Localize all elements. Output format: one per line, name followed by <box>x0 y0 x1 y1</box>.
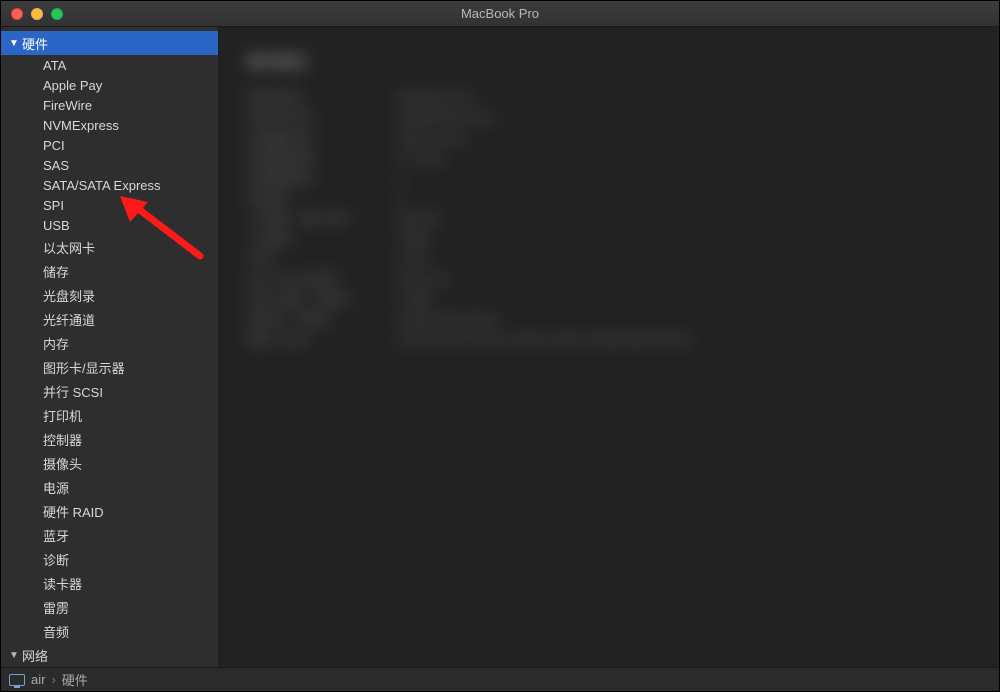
sidebar-item[interactable]: 电源 <box>1 475 218 499</box>
sidebar-item[interactable]: 光纤通道 <box>1 307 218 331</box>
info-row: Boot ROM 版本：192.0.0.0 <box>247 270 971 290</box>
info-row: 处理器速度：2.7 GHz <box>247 149 971 169</box>
info-row: 处理器名称：Intel Core i5 <box>247 129 971 149</box>
sidebar-item[interactable]: SAS <box>1 155 218 175</box>
sidebar-item[interactable]: 储存 <box>1 259 218 283</box>
titlebar: MacBook Pro <box>1 1 999 27</box>
sidebar-item[interactable]: 控制器 <box>1 427 218 451</box>
breadcrumb-current[interactable]: 硬件 <box>62 670 88 689</box>
content-pane: 硬件概览 型号名称：MacBook Pro型号标识符：MacBookPro15,… <box>219 27 999 667</box>
computer-icon <box>9 674 25 686</box>
info-row: 型号标识符：MacBookPro15,1 <box>247 108 971 128</box>
zoom-icon[interactable] <box>51 8 63 20</box>
sidebar-item[interactable]: Apple Pay <box>1 75 218 95</box>
breadcrumb-root[interactable]: air <box>31 672 45 687</box>
statusbar: air › 硬件 <box>1 667 999 691</box>
sidebar-item[interactable]: 读卡器 <box>1 571 218 595</box>
window-title: MacBook Pro <box>1 6 999 21</box>
sidebar-item[interactable]: 音频 <box>1 619 218 643</box>
sidebar-item[interactable]: 雷雳 <box>1 595 218 619</box>
sidebar-item[interactable]: 并行 SCSI <box>1 379 218 403</box>
info-row: L3 缓存：3 MB <box>247 229 971 249</box>
sidebar-item[interactable]: SATA/SATA Express <box>1 175 218 195</box>
sidebar-category-label: 网络 <box>22 646 48 665</box>
info-row: 型号名称：MacBook Pro <box>247 88 971 108</box>
info-row: L2 缓存（每个核）：256 KB <box>247 209 971 229</box>
info-row: 内存：8 GB <box>247 249 971 269</box>
info-row: 序列号（系统）：C02XXXXXXXXX <box>247 310 971 330</box>
sidebar: ▼硬件ATAApple PayFireWireNVMExpressPCISASS… <box>1 27 219 667</box>
info-row: 核总数：2 <box>247 189 971 209</box>
window-controls <box>1 8 63 20</box>
system-info-window: MacBook Pro ▼ 硬件 ATAApple PayFireWireNVMEx… <box>0 0 1000 692</box>
sidebar-category[interactable]: ▼ 硬件 <box>1 31 218 55</box>
sidebar-item[interactable]: 摄像头 <box>1 451 218 475</box>
sidebar-item[interactable]: 内存 <box>1 331 218 355</box>
info-row: SMC 版本（系统）：2.28f7 <box>247 290 971 310</box>
hardware-overview-blurred: 硬件概览 型号名称：MacBook Pro型号标识符：MacBookPro15,… <box>247 51 971 350</box>
info-row: 处理器数目：1 <box>247 169 971 189</box>
sidebar-item[interactable]: NVMExpress <box>1 115 218 135</box>
sidebar-item[interactable]: 蓝牙 <box>1 523 218 547</box>
sidebar-item[interactable]: 以太网卡 <box>1 235 218 259</box>
sidebar-item[interactable]: USB <box>1 215 218 235</box>
sidebar-item[interactable]: FireWire <box>1 95 218 115</box>
sidebar-item[interactable]: 图形卡/显示器 <box>1 355 218 379</box>
sidebar-item[interactable]: 光盘刻录 <box>1 283 218 307</box>
minimize-icon[interactable] <box>31 8 43 20</box>
triangle-down-icon: ▼ <box>9 38 18 49</box>
info-row: 硬件 UUID：XXXXXXXX-XXXX-XXXX-XXXX-XXXXXXXX… <box>247 330 971 350</box>
chevron-right-icon: › <box>51 672 55 687</box>
triangle-down-icon: ▼ <box>9 650 18 661</box>
sidebar-item[interactable]: ATA <box>1 55 218 75</box>
close-icon[interactable] <box>11 8 23 20</box>
sidebar-category-label: 硬件 <box>22 34 48 53</box>
sidebar-item[interactable]: 硬件 RAID <box>1 499 218 523</box>
sidebar-item[interactable]: 诊断 <box>1 547 218 571</box>
sidebar-category[interactable]: ▼ 网络 <box>1 643 218 667</box>
sidebar-item[interactable]: 打印机 <box>1 403 218 427</box>
sidebar-item[interactable]: PCI <box>1 135 218 155</box>
sidebar-item[interactable]: SPI <box>1 195 218 215</box>
